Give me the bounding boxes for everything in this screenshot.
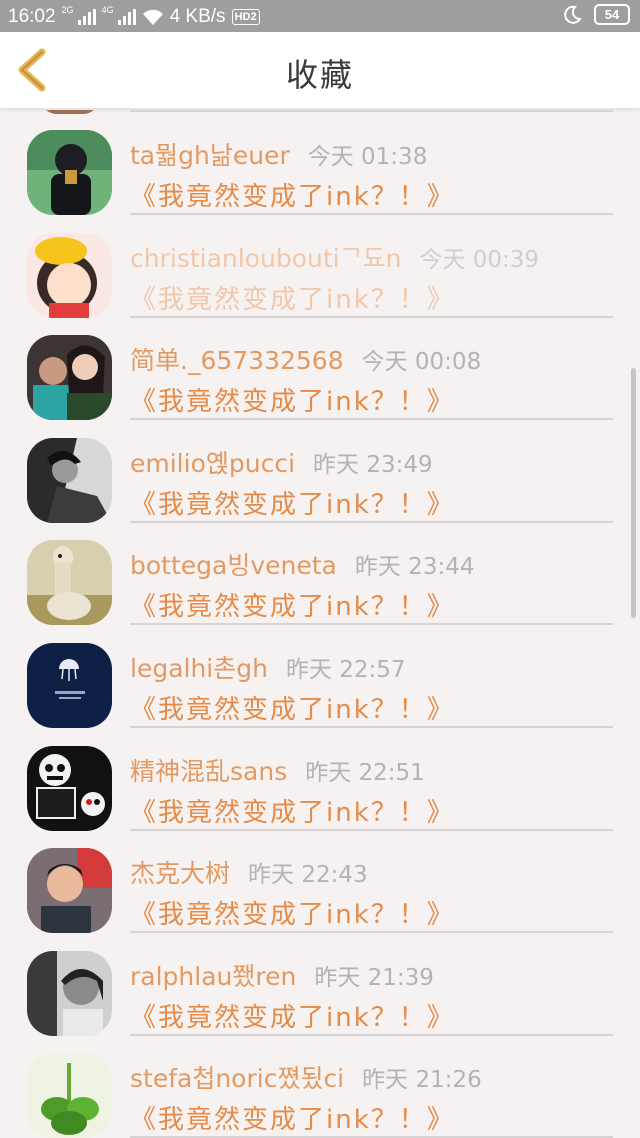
item-title[interactable]: 《我竟然变成了ink？！》 — [130, 176, 455, 213]
list-item[interactable]: 杰克大树 昨天 22:43 《我竟然变成了ink？！》 — [0, 828, 640, 934]
item-title[interactable]: 《我竟然变成了ink？！》 — [130, 1099, 455, 1136]
list-item[interactable]: legalhi촌gh 昨天 22:57 《我竟然变成了ink？！》 — [0, 623, 640, 728]
item-header: christianlouboutiᄀ됴n 今天 00:39 — [130, 239, 539, 275]
item-title[interactable]: 《我竟然变成了ink？！》 — [130, 689, 455, 726]
signal-icon — [77, 9, 96, 25]
avatar[interactable] — [27, 1053, 112, 1138]
moon-icon — [564, 5, 582, 24]
item-header: 杰克大树 昨天 22:43 — [130, 854, 368, 890]
hd-badge: HD2 — [231, 9, 260, 25]
list-item[interactable]: emilio옍pucci 昨天 23:49 《我竟然变成了ink？！》 — [0, 418, 640, 523]
item-header: emilio옍pucci 昨天 23:49 — [130, 444, 433, 480]
list-item[interactable]: stefa첩noric쪘됬ci 昨天 21:26 《我竟然变成了ink？！》 — [0, 1033, 640, 1138]
item-header: ralphlau쬈ren 昨天 21:39 — [130, 957, 434, 993]
timestamp: 今天 00:39 — [419, 246, 540, 273]
item-title[interactable]: 《我竟然变成了ink？！》 — [130, 792, 455, 829]
user-name[interactable]: stefa첩noric쪘됬ci — [130, 1064, 344, 1093]
item-title[interactable]: 《我竟然变成了ink？！》 — [130, 381, 455, 418]
item-title[interactable]: 《我竟然变成了ink？！》 — [130, 279, 455, 316]
item-header: stefa첩noric쪘됬ci 昨天 21:26 — [130, 1059, 482, 1095]
avatar[interactable] — [27, 130, 112, 215]
user-name[interactable]: 简单._657332568 — [130, 346, 344, 375]
timestamp: 今天 01:38 — [307, 144, 428, 170]
avatar[interactable] — [27, 335, 112, 421]
signal-icon — [117, 9, 136, 25]
network-speed: 4 KB/s — [169, 6, 226, 27]
item-title[interactable]: 《我竟然变成了ink？！》 — [130, 586, 455, 623]
favorites-list[interactable]: ta뭚gh낢euer 今天 01:38 《我竟然变成了ink？！》 christi… — [0, 110, 640, 1138]
user-name[interactable]: 精神混乱sans — [130, 757, 287, 786]
status-bar: 16:02 2G 4G 4 KB/s HD2 54 — [0, 0, 640, 32]
timestamp: 昨天 23:49 — [313, 451, 433, 478]
timestamp: 今天 00:08 — [361, 349, 482, 376]
avatar[interactable] — [27, 848, 112, 934]
user-name[interactable]: ralphlau쬈ren — [130, 962, 296, 991]
wifi-icon — [142, 9, 163, 25]
list-item[interactable]: bottega빙veneta 昨天 23:44 《我竟然变成了ink？！》 — [0, 520, 640, 626]
item-header: 精神混乱sans 昨天 22:51 — [130, 752, 425, 788]
list-item[interactable]: 精神混乱sans 昨天 22:51 《我竟然变成了ink？！》 — [0, 726, 640, 831]
battery-indicator: 54 — [594, 4, 630, 25]
item-header: legalhi촌gh 昨天 22:57 — [130, 649, 406, 685]
timestamp: 昨天 22:51 — [305, 759, 425, 786]
list-item[interactable]: ta뭚gh낢euer 今天 01:38 《我竟然变成了ink？！》 — [0, 110, 640, 215]
sim1-label: 2G — [61, 5, 74, 15]
timestamp: 昨天 22:43 — [248, 862, 368, 889]
timestamp: 昨天 21:39 — [314, 964, 434, 991]
avatar[interactable] — [27, 540, 112, 626]
avatar[interactable] — [27, 950, 112, 1036]
list-item[interactable]: christianlouboutiᄀ됴n 今天 00:39 《我竟然变成了ink？… — [0, 213, 640, 318]
avatar[interactable] — [27, 232, 112, 318]
item-header: bottega빙veneta 昨天 23:44 — [130, 546, 474, 582]
user-name[interactable]: bottega빙veneta — [130, 551, 337, 580]
avatar[interactable] — [27, 745, 112, 831]
item-title[interactable]: 《我竟然变成了ink？！》 — [130, 484, 455, 521]
user-name[interactable]: emilio옍pucci — [130, 449, 295, 478]
page-title: 收藏 — [285, 56, 354, 94]
user-name[interactable]: christianlouboutiᄀ됴n — [130, 244, 401, 273]
user-name[interactable]: legalhi촌gh — [130, 654, 268, 683]
avatar[interactable] — [27, 643, 112, 728]
list-item[interactable]: ralphlau쬈ren 昨天 21:39 《我竟然变成了ink？！》 — [0, 931, 640, 1036]
sim2-label: 4G — [101, 5, 114, 15]
timestamp: 昨天 23:44 — [354, 554, 475, 581]
item-title[interactable]: 《我竟然变成了ink？！》 — [130, 997, 455, 1034]
scrollbar[interactable] — [631, 368, 636, 618]
timestamp: 昨天 21:26 — [362, 1067, 482, 1094]
clock: 16:02 — [8, 6, 56, 27]
user-name[interactable]: ta뭚gh낢euer — [130, 141, 290, 170]
timestamp: 昨天 22:57 — [285, 657, 406, 683]
app-header: 收藏 — [0, 32, 640, 109]
user-name[interactable]: 杰克大树 — [130, 859, 230, 888]
avatar[interactable] — [27, 437, 112, 523]
list-item[interactable]: 简单._657332568 今天 00:08 《我竟然变成了ink？！》 — [0, 315, 640, 421]
item-header: ta뭚gh낢euer 今天 01:38 — [130, 136, 427, 172]
item-header: 简单._657332568 今天 00:08 — [130, 341, 481, 377]
item-title[interactable]: 《我竟然变成了ink？！》 — [130, 894, 455, 931]
